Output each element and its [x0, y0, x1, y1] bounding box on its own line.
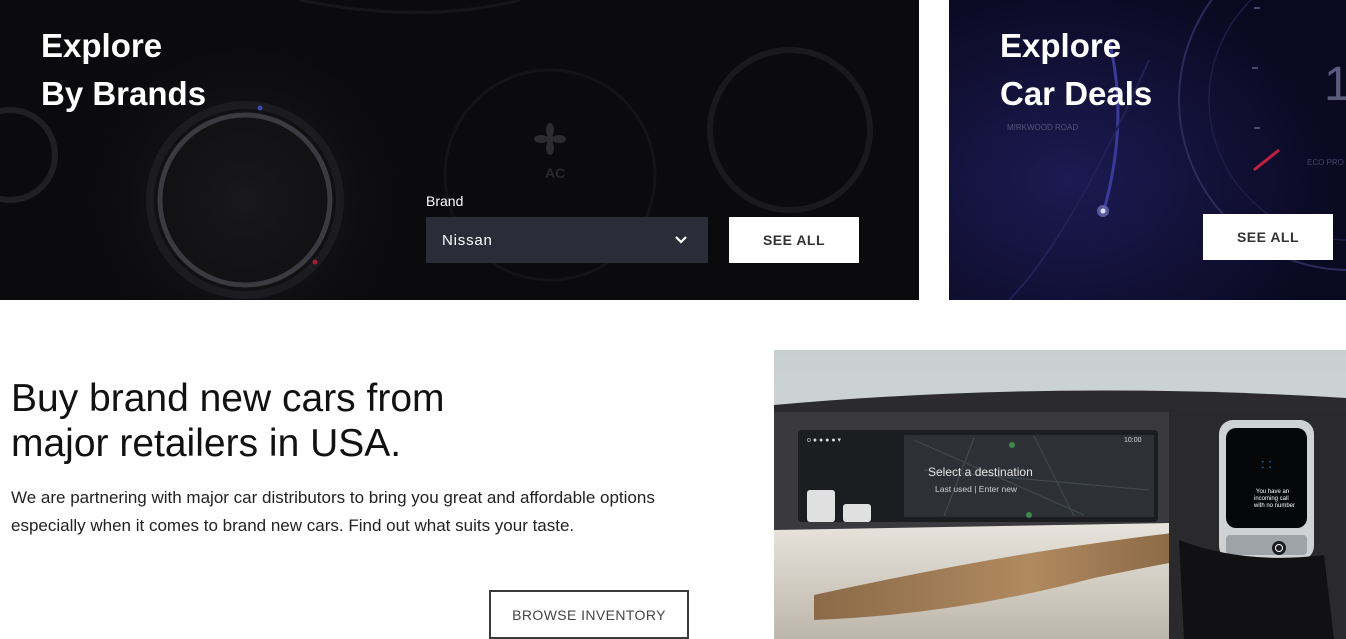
explore-brands-panel: AC Explore By Brands Brand Nissan SEE AL…	[0, 0, 919, 300]
svg-text:MIRKWOOD ROAD: MIRKWOOD ROAD	[1007, 123, 1078, 132]
brand-select-value: Nissan	[442, 231, 493, 249]
svg-text:with no number: with no number	[1253, 503, 1295, 509]
svg-text:AC: AC	[545, 165, 565, 181]
promo-description: We are partnering with major car distrib…	[11, 488, 655, 535]
brands-title-line1: Explore	[41, 27, 163, 64]
brands-see-all-button[interactable]: SEE ALL	[729, 217, 859, 263]
deals-title-line1: Explore	[1000, 27, 1122, 64]
svg-text:o ● ● ● ● ▾: o ● ● ● ● ▾	[807, 437, 842, 444]
deals-title-line2: Car Deals	[1000, 75, 1153, 112]
car-interior-image: o ● ● ● ● ▾ 10:00 Select a destination L…	[774, 350, 1346, 639]
promo-headline-line1: Buy brand new cars from	[11, 377, 445, 420]
svg-text:: :: : :	[1261, 456, 1272, 471]
brands-title-line2: By Brands	[41, 75, 207, 112]
svg-text:1: 1	[1324, 58, 1346, 111]
brands-title: Explore By Brands	[41, 22, 206, 118]
svg-text:ECO PRO: ECO PRO	[1307, 158, 1344, 167]
svg-text:Select a destination: Select a destination	[928, 465, 1033, 479]
chevron-down-icon	[675, 236, 687, 244]
explore-deals-panel: MIRKWOOD ROAD 1 ECO PRO Explore Car Deal…	[949, 0, 1346, 300]
svg-text:10:00: 10:00	[1124, 437, 1142, 444]
svg-text:incoming call: incoming call	[1254, 496, 1289, 502]
svg-text:Last used | Enter new: Last used | Enter new	[935, 484, 1018, 494]
svg-text:You have an: You have an	[1256, 489, 1289, 495]
browse-inventory-button[interactable]: BROWSE INVENTORY	[489, 590, 689, 639]
deals-title: Explore Car Deals	[1000, 22, 1152, 118]
deals-see-all-button[interactable]: SEE ALL	[1203, 214, 1333, 260]
brand-select[interactable]: Nissan	[426, 217, 708, 263]
promo-headline-line2: major retailers in USA.	[11, 422, 402, 465]
promo-headline: Buy brand new cars from major retailers …	[11, 376, 445, 466]
brand-select-label: Brand	[426, 193, 464, 209]
